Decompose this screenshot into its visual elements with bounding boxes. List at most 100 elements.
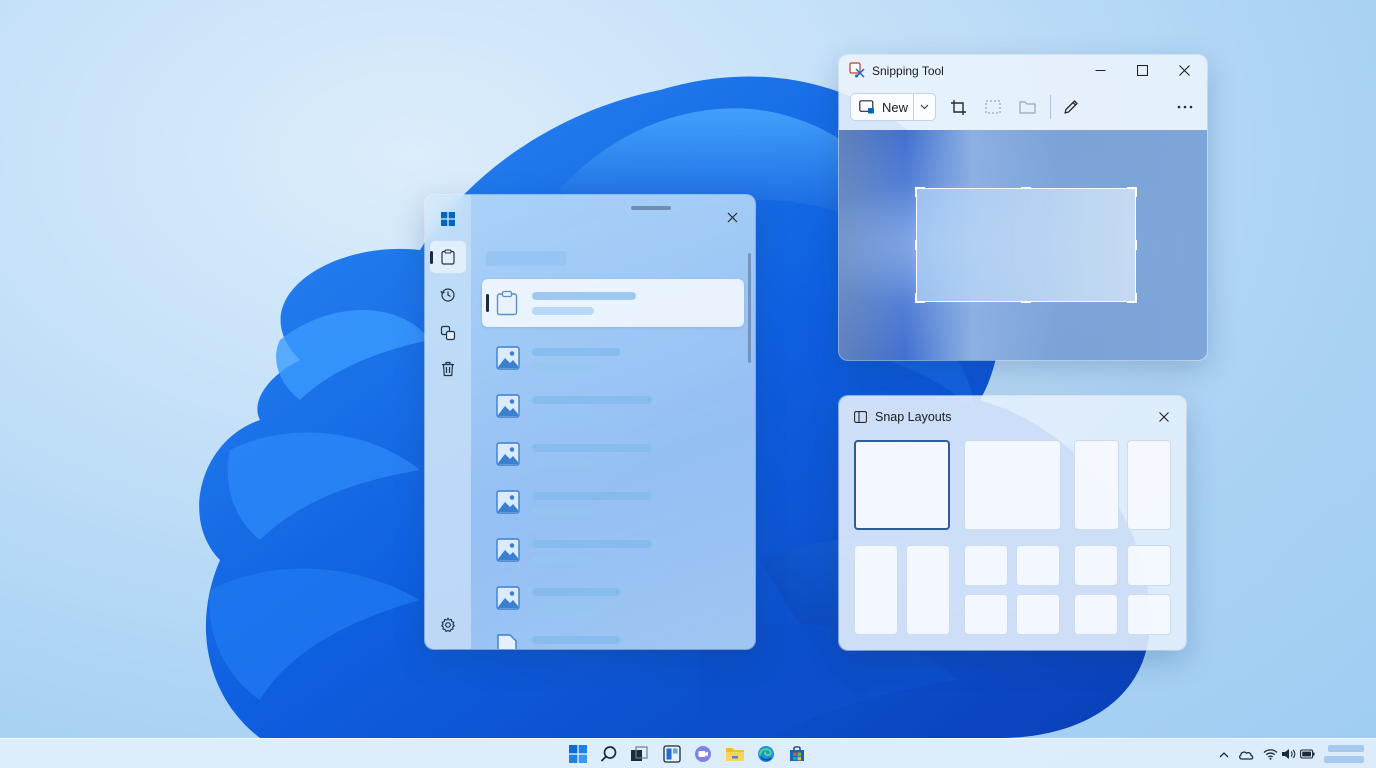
snap-zone-column[interactable]	[1074, 440, 1119, 530]
more-options-icon[interactable]	[1174, 96, 1196, 118]
image-icon	[496, 394, 520, 418]
rail-history-tab[interactable]	[430, 279, 466, 311]
image-icon	[496, 490, 520, 514]
close-icon[interactable]	[1175, 63, 1193, 77]
resize-handle[interactable]	[915, 293, 917, 303]
rail-translate-tab[interactable]	[430, 317, 466, 349]
snap-zone-quarter[interactable]	[1016, 594, 1060, 635]
snap-zone-quarter[interactable]	[1127, 594, 1171, 635]
teams-chat-button[interactable]	[692, 744, 714, 764]
image-icon	[496, 586, 520, 610]
cloud-icon	[1239, 750, 1254, 760]
resize-handle[interactable]	[915, 187, 917, 197]
onedrive-tray-button[interactable]	[1238, 747, 1254, 761]
file-explorer-button[interactable]	[724, 744, 746, 764]
volume-tray-button[interactable]	[1280, 747, 1296, 761]
snip-selection-region[interactable]	[916, 188, 1136, 302]
start-button[interactable]	[567, 744, 589, 764]
window-title: Snap Layouts	[875, 410, 952, 424]
snap-layouts-icon	[853, 410, 867, 423]
maximize-icon[interactable]	[1133, 63, 1151, 77]
rail-delete-tab[interactable]	[430, 353, 466, 385]
snap-zone-quarter[interactable]	[1074, 545, 1118, 586]
snap-zone-full[interactable]	[854, 440, 950, 530]
snap-zone-quarter[interactable]	[1127, 545, 1171, 586]
windows-logo-icon[interactable]	[440, 211, 456, 227]
crop-icon[interactable]	[947, 96, 969, 118]
clipboard-item[interactable]	[482, 527, 744, 575]
task-view-button[interactable]	[628, 744, 650, 764]
rail-clipboard-tab[interactable]	[430, 241, 466, 273]
snipping-tool-app-icon	[849, 62, 865, 78]
rail-settings-button[interactable]	[430, 609, 466, 641]
snap-zone-half[interactable]	[854, 545, 898, 635]
image-icon	[496, 346, 520, 370]
clipboard-item[interactable]	[482, 575, 744, 623]
clipboard-nav-rail	[425, 195, 471, 649]
snap-zone-column[interactable]	[1127, 440, 1171, 530]
resize-handle[interactable]	[1135, 187, 1137, 197]
show-hidden-icons-button[interactable]	[1216, 747, 1232, 761]
resize-handle[interactable]	[1021, 301, 1031, 303]
close-icon[interactable]	[725, 210, 739, 224]
battery-tray-button[interactable]	[1299, 747, 1315, 761]
resize-handle[interactable]	[1021, 187, 1031, 189]
chevron-down-icon	[920, 104, 929, 110]
search-button[interactable]	[598, 744, 620, 764]
section-heading-placeholder	[486, 251, 566, 266]
new-snip-split-button: New	[850, 93, 936, 121]
clipboard-icon	[441, 249, 455, 265]
toolbar-divider	[1050, 95, 1051, 119]
store-icon	[790, 746, 804, 761]
resize-handle[interactable]	[1135, 293, 1137, 303]
widgets-icon	[663, 745, 681, 763]
close-icon[interactable]	[1157, 410, 1171, 424]
scrollbar-thumb[interactable]	[748, 253, 751, 363]
clipboard-item[interactable]	[482, 279, 744, 327]
taskbar	[0, 738, 1376, 768]
store-button[interactable]	[786, 744, 808, 764]
snip-preview-canvas[interactable]	[839, 130, 1207, 360]
clipboard-item[interactable]	[482, 431, 744, 479]
snap-zone-quarter[interactable]	[1016, 545, 1060, 586]
time-placeholder	[1328, 745, 1364, 752]
resize-handle[interactable]	[1135, 240, 1137, 250]
rectangle-select-icon[interactable]	[982, 96, 1004, 118]
new-snip-button[interactable]: New	[851, 94, 913, 120]
snap-zone-half[interactable]	[906, 545, 950, 635]
edge-icon	[758, 746, 774, 762]
speaker-icon	[1281, 749, 1295, 759]
copy-format-icon	[440, 325, 456, 341]
image-icon	[496, 538, 520, 562]
snap-zone-quarter[interactable]	[964, 545, 1008, 586]
trash-icon	[442, 361, 454, 377]
gear-icon	[441, 617, 455, 633]
task-view-icon	[631, 746, 648, 761]
clipboard-list-pane	[471, 195, 755, 649]
edge-browser-button[interactable]	[755, 744, 777, 764]
clipboard-item[interactable]	[482, 335, 744, 383]
widgets-button[interactable]	[661, 744, 683, 764]
snipping-tool-window: Snipping Tool New	[839, 55, 1207, 360]
clock-area[interactable]	[1320, 739, 1370, 768]
snap-zone-quarter[interactable]	[964, 594, 1008, 635]
network-tray-button[interactable]	[1262, 747, 1278, 761]
snap-zone-wide[interactable]	[964, 440, 1061, 530]
minimize-icon[interactable]	[1091, 63, 1109, 77]
wifi-icon	[1263, 749, 1277, 760]
snap-zone-quarter[interactable]	[1074, 594, 1118, 635]
clipboard-item[interactable]	[482, 623, 744, 649]
drag-handle[interactable]	[631, 206, 671, 210]
folder-icon[interactable]	[1016, 96, 1038, 118]
search-icon	[600, 746, 617, 762]
chat-icon	[695, 746, 711, 762]
clipboard-history-window	[425, 195, 755, 649]
snip-mode-dropdown[interactable]	[913, 94, 935, 120]
pen-icon[interactable]	[1060, 96, 1082, 118]
history-icon	[440, 288, 455, 302]
clipboard-item[interactable]	[482, 479, 744, 527]
resize-handle[interactable]	[915, 240, 917, 250]
windows-logo-icon	[569, 745, 587, 763]
title-bar[interactable]: Snipping Tool	[839, 55, 1207, 85]
clipboard-item[interactable]	[482, 383, 744, 431]
